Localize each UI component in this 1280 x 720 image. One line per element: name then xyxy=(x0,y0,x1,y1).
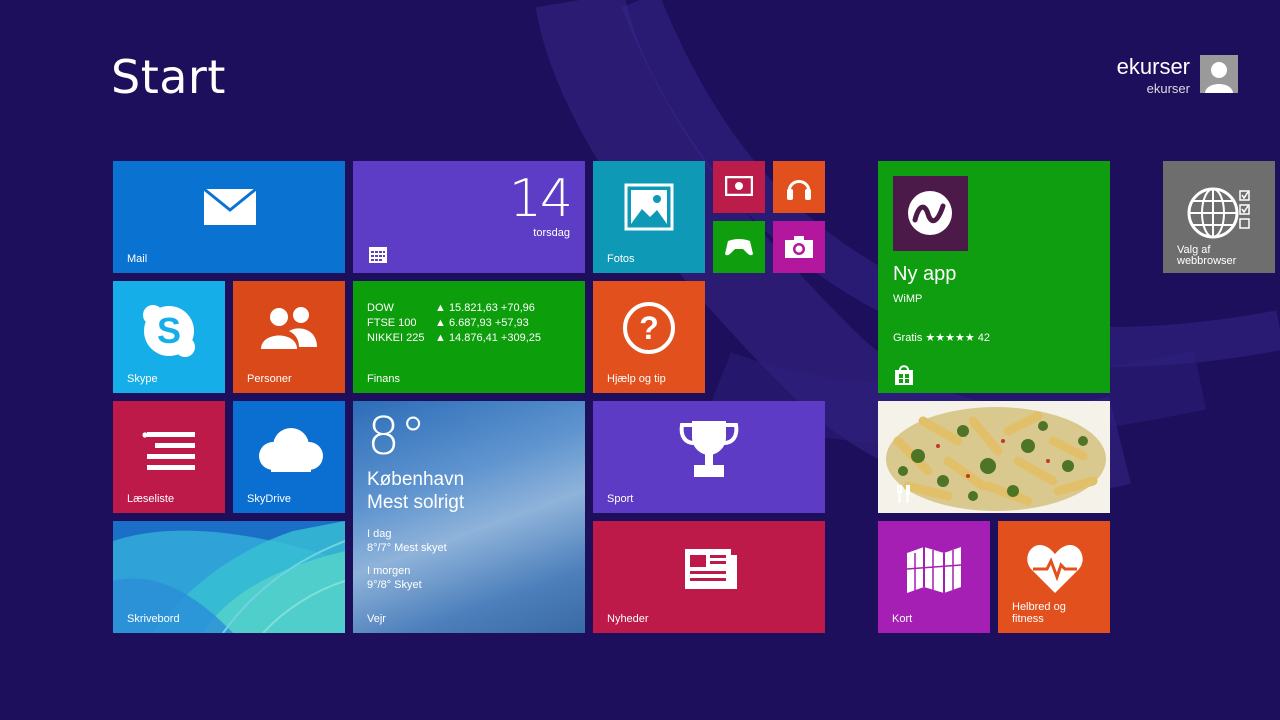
tile-label-line: fitness xyxy=(1012,613,1044,625)
calendar-day: 14 xyxy=(508,169,573,229)
forecast-tomorrow: 9°/8° Skyet xyxy=(367,579,422,591)
user-account[interactable]: ekurser ekurser xyxy=(1117,55,1238,96)
tile-skydrive[interactable]: SkyDrive xyxy=(233,401,345,513)
finance-row: FTSE 100 ▲ 6.687,93 +57,93 xyxy=(367,316,585,331)
weather-condition: Mest solrigt xyxy=(367,492,465,513)
camera-icon xyxy=(785,236,813,258)
svg-text:S: S xyxy=(157,310,181,351)
tile-news[interactable]: Nyheder xyxy=(593,521,825,633)
people-icon xyxy=(261,307,317,349)
video-icon xyxy=(725,176,753,196)
index-value: ▲ 14.876,41 +309,25 xyxy=(435,332,542,344)
tile-label: SkyDrive xyxy=(247,493,292,505)
tile-people[interactable]: Personer xyxy=(233,281,345,393)
tile-store[interactable]: Ny app WiMP Gratis ★★★★★ 42 xyxy=(878,161,1110,393)
globe-checklist-icon xyxy=(1187,187,1250,239)
mail-icon xyxy=(203,188,257,225)
tile-label: Personer xyxy=(247,373,292,385)
skype-icon: S xyxy=(143,305,195,357)
tile-calendar[interactable]: 14 torsdag xyxy=(353,161,585,273)
tile-reading-list[interactable]: Læseliste xyxy=(113,401,225,513)
avatar[interactable] xyxy=(1200,55,1238,93)
finance-row: DOW ▲ 15.821,63 +70,96 xyxy=(367,301,585,316)
heart-monitor-icon xyxy=(1027,545,1083,593)
tile-desktop[interactable]: Skrivebord xyxy=(113,521,345,633)
map-icon xyxy=(906,547,962,593)
wimp-logo-icon xyxy=(908,191,952,235)
app-icon xyxy=(893,176,968,251)
tile-video[interactable] xyxy=(713,161,765,213)
tile-label: Hjælp og tip xyxy=(607,373,666,385)
tile-finance[interactable]: DOW ▲ 15.821,63 +70,96 FTSE 100 ▲ 6.687,… xyxy=(353,281,585,393)
index-name: DOW xyxy=(367,302,394,314)
page-title: Start xyxy=(111,50,226,104)
tile-label: Valg af webbrowser xyxy=(1177,245,1236,267)
weather-temperature: 8° xyxy=(367,407,427,467)
newspaper-icon xyxy=(685,549,737,589)
svg-text:?: ? xyxy=(639,310,659,346)
reading-list-icon xyxy=(142,432,195,470)
tile-mail[interactable]: Mail xyxy=(113,161,345,273)
forecast-today: 8°/7° Mest skyet xyxy=(367,542,447,554)
tile-browser-choice[interactable]: Valg af webbrowser xyxy=(1163,161,1275,273)
tile-label: Vejr xyxy=(367,613,386,625)
tile-help[interactable]: ? Hjælp og tip xyxy=(593,281,705,393)
tile-photos[interactable]: Fotos xyxy=(593,161,705,273)
tile-label: Helbred og fitness xyxy=(1012,601,1066,625)
tile-label-line: Helbred og xyxy=(1012,601,1066,613)
tile-label: Finans xyxy=(367,373,401,385)
forecast-today-label: I dag xyxy=(367,528,392,540)
help-icon: ? xyxy=(623,302,675,354)
tile-maps[interactable]: Kort xyxy=(878,521,990,633)
tile-camera[interactable] xyxy=(773,221,825,273)
user-name: ekurser xyxy=(1116,54,1190,79)
tile-health-fitness[interactable]: Helbred og fitness xyxy=(998,521,1110,633)
tile-skype[interactable]: S Skype xyxy=(113,281,225,393)
calendar-weekday: torsdag xyxy=(533,227,570,239)
index-name: NIKKEI 225 xyxy=(367,332,425,344)
calendar-icon xyxy=(369,247,387,263)
finance-ticker: DOW ▲ 15.821,63 +70,96 FTSE 100 ▲ 6.687,… xyxy=(367,301,585,346)
tile-label: Mail xyxy=(127,253,148,265)
store-icon xyxy=(895,365,913,385)
cloud-icon xyxy=(259,428,323,472)
weather-city: København xyxy=(367,469,465,490)
gamepad-icon xyxy=(725,239,753,256)
tile-weather[interactable]: 8° København Mest solrigt I dag 8°/7° Me… xyxy=(353,401,585,633)
photos-icon xyxy=(624,183,674,231)
tile-label: Skype xyxy=(127,373,158,385)
user-icon xyxy=(1205,62,1233,93)
tile-food-drink[interactable] xyxy=(878,401,1110,513)
tile-label: Kort xyxy=(892,613,913,625)
store-app-title: Ny app xyxy=(893,263,957,285)
tile-label: Læseliste xyxy=(127,493,175,505)
tile-label: Nyheder xyxy=(607,613,649,625)
index-value: ▲ 6.687,93 +57,93 xyxy=(435,317,529,329)
tile-label: Skrivebord xyxy=(127,613,180,625)
food-photo xyxy=(878,401,1110,513)
tile-music[interactable] xyxy=(773,161,825,213)
user-account-name: ekurser xyxy=(1146,81,1190,96)
tile-label: Sport xyxy=(607,493,634,505)
index-value: ▲ 15.821,63 +70,96 xyxy=(435,302,535,314)
tile-games[interactable] xyxy=(713,221,765,273)
tile-label: Fotos xyxy=(607,253,635,265)
index-name: FTSE 100 xyxy=(367,317,417,329)
fork-knife-icon xyxy=(897,485,910,503)
tile-label-line: webbrowser xyxy=(1177,255,1237,267)
headphones-icon xyxy=(787,180,811,200)
store-app-rating: Gratis ★★★★★ 42 xyxy=(893,332,990,344)
finance-row: NIKKEI 225 ▲ 14.876,41 +309,25 xyxy=(367,331,585,346)
forecast-tomorrow-label: I morgen xyxy=(367,565,411,577)
trophy-icon xyxy=(679,421,739,477)
store-app-publisher: WiMP xyxy=(893,293,923,305)
tile-sport[interactable]: Sport xyxy=(593,401,825,513)
